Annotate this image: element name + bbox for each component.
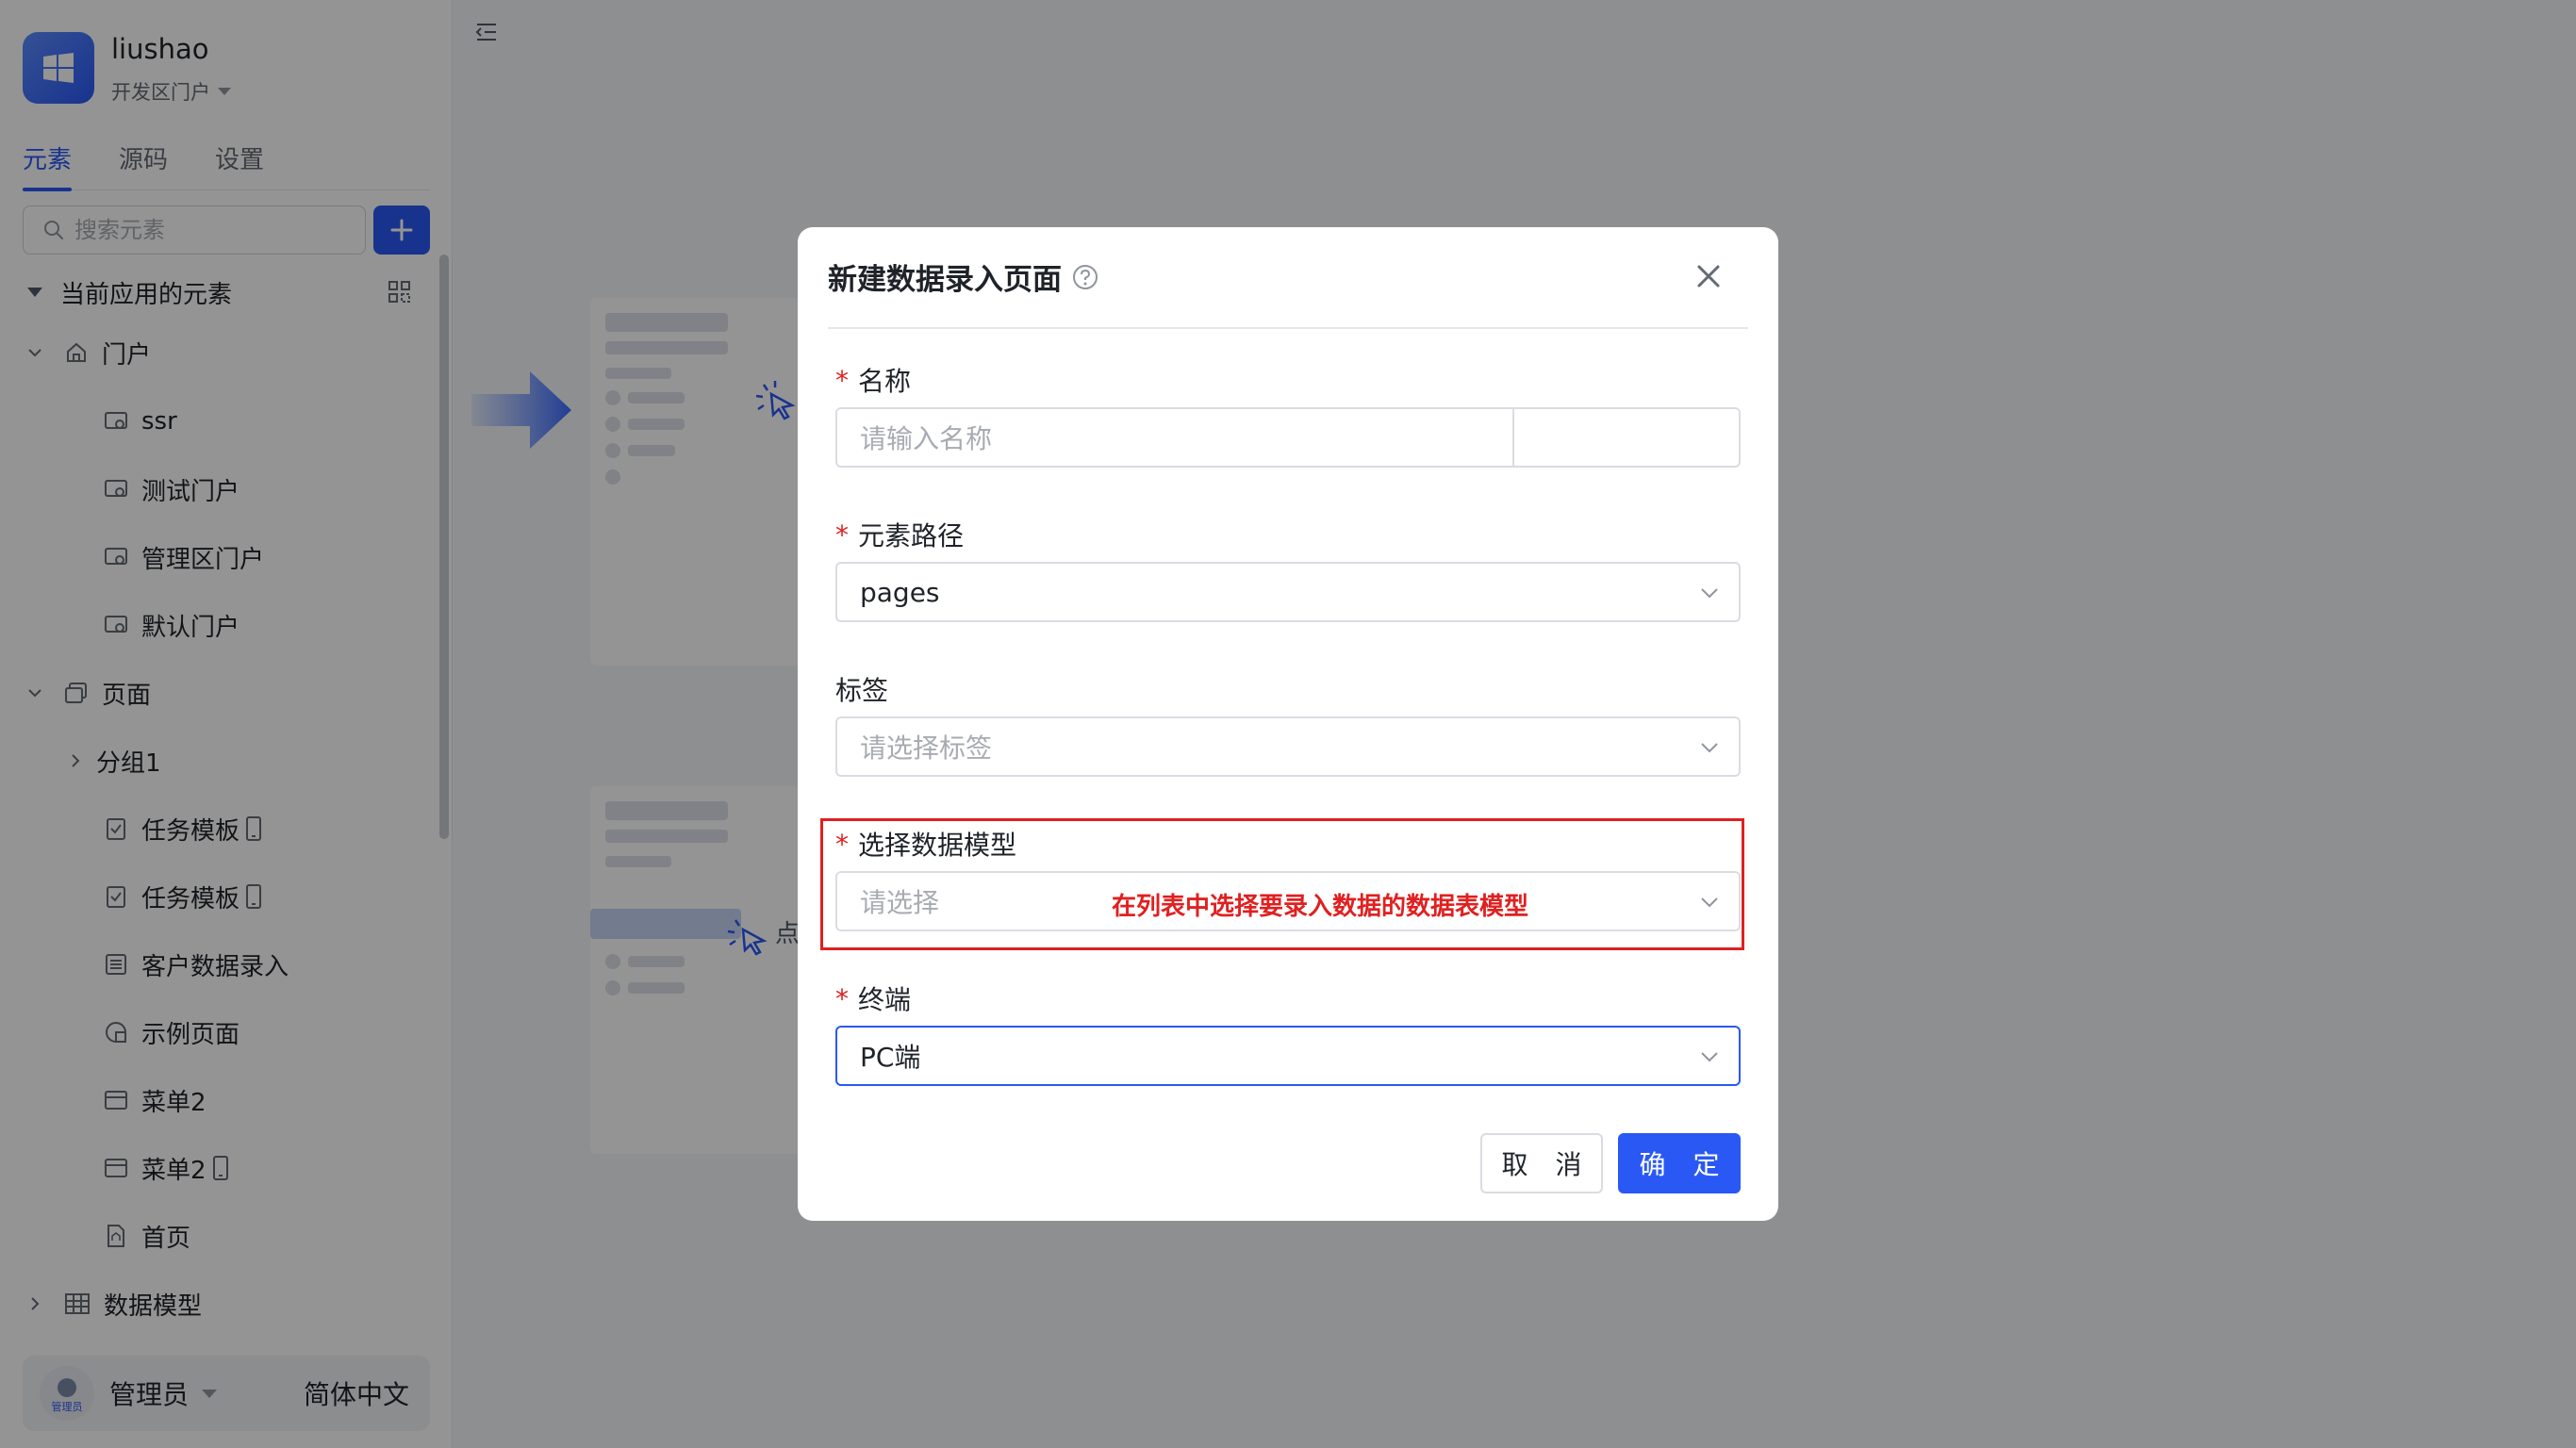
path-value: pages: [860, 576, 940, 608]
annotation-text: 在列表中选择要录入数据的数据表模型: [1112, 893, 1529, 921]
name-placeholder: 请输入名称: [860, 423, 993, 454]
required-mark: *: [835, 982, 849, 1014]
path-select[interactable]: pages: [835, 562, 1741, 622]
name-label: * 名称: [835, 361, 911, 399]
terminal-label-text: 终端: [858, 984, 912, 1015]
dialog-title-text: 新建数据录入页面: [828, 263, 1062, 297]
terminal-value: PC端: [860, 1042, 921, 1073]
name-field[interactable]: 请输入名称: [835, 407, 1741, 468]
close-icon[interactable]: [1693, 261, 1724, 291]
tags-label-text: 标签: [835, 675, 889, 706]
path-label: * 元素路径: [835, 516, 964, 553]
required-mark: *: [835, 364, 849, 396]
confirm-button[interactable]: 确 定: [1618, 1133, 1741, 1193]
model-label: * 选择数据模型: [835, 825, 1016, 863]
required-mark: *: [835, 518, 849, 551]
path-label-text: 元素路径: [858, 520, 965, 551]
chevron-down-icon: [1701, 743, 1718, 753]
required-mark: *: [835, 828, 849, 860]
dialog-title: 新建数据录入页面: [828, 255, 1099, 298]
chevron-down-icon: [1701, 1052, 1718, 1062]
tags-label: 标签: [835, 670, 888, 708]
chevron-down-icon: [1701, 897, 1718, 908]
cancel-button[interactable]: 取 消: [1480, 1133, 1603, 1193]
terminal-label: * 终端: [835, 979, 911, 1017]
dialog-divider: [828, 327, 1748, 329]
model-placeholder: 请选择: [860, 887, 940, 918]
model-label-text: 选择数据模型: [858, 830, 1017, 861]
name-field-divider: [1512, 409, 1514, 466]
chevron-down-icon: [1701, 588, 1718, 599]
tags-select[interactable]: 请选择标签: [835, 716, 1741, 777]
tags-placeholder: 请选择标签: [860, 732, 993, 764]
help-icon[interactable]: [1071, 263, 1099, 291]
name-label-text: 名称: [858, 366, 912, 397]
create-data-entry-dialog: 新建数据录入页面 * 名称 请输入名称 * 元素路径 pages 标签 请选择标…: [798, 227, 1778, 1221]
terminal-select[interactable]: PC端: [835, 1026, 1741, 1086]
